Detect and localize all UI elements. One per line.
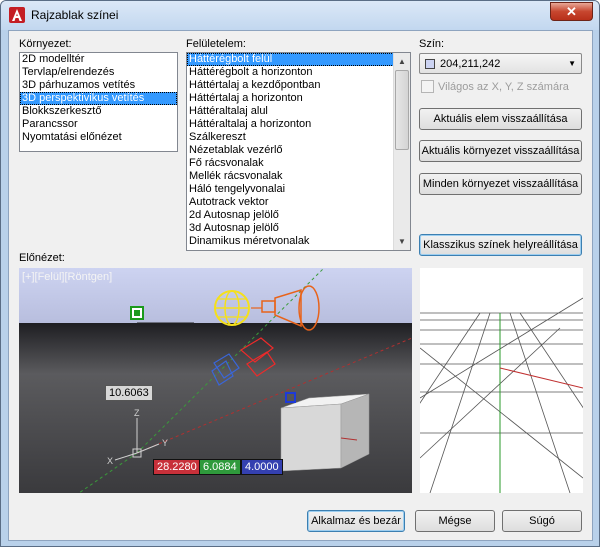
color-dropdown[interactable]: 204,211,242 ▼ xyxy=(419,53,582,74)
scroll-thumb[interactable] xyxy=(395,70,409,150)
environment-list-item[interactable]: Tervlap/elrendezés xyxy=(20,66,177,79)
coord-y-field: 6.0884 xyxy=(199,459,241,475)
scroll-up-arrow-icon[interactable]: ▲ xyxy=(394,53,410,70)
close-button[interactable]: ✕ xyxy=(550,2,593,21)
element-preview xyxy=(420,268,583,493)
apply-close-button[interactable]: Alkalmaz és bezár xyxy=(307,510,405,532)
autocad-app-icon xyxy=(9,7,25,23)
perspective-preview: Z Y X [+][Felül][Röntgen] 10.6063 28.228… xyxy=(19,268,412,493)
color-value: 204,211,242 xyxy=(440,58,501,70)
scroll-down-arrow-icon[interactable]: ▼ xyxy=(394,233,410,250)
restore-all-contexts-button[interactable]: Minden környezet visszaállítása xyxy=(419,173,582,195)
interface-element-label: Felületelem: xyxy=(186,38,246,50)
environment-list-item[interactable]: Parancssor xyxy=(20,118,177,131)
interface-element-list-item[interactable]: Fő rácsvonalak xyxy=(187,157,410,170)
title-bar[interactable]: Rajzablak színei ✕ xyxy=(1,1,599,30)
environment-list-item[interactable]: 3D perspektivikus vetítés xyxy=(20,92,177,105)
restore-classic-colors-button[interactable]: Klasszikus színek helyreállítása xyxy=(419,234,582,256)
tint-xyz-label: Világos az X, Y, Z számára xyxy=(438,80,569,93)
interface-element-list-item[interactable]: Nézetablak vezérlő xyxy=(187,144,410,157)
window-title: Rajzablak színei xyxy=(31,8,119,22)
dialog-client-area: Környezet: 2D modelltér Tervlap/elrendezé… xyxy=(8,30,593,541)
dimension-tooltip: 10.6063 xyxy=(105,385,153,401)
environment-list-item[interactable]: Blokkszerkesztő xyxy=(20,105,177,118)
environment-listbox[interactable]: 2D modelltér Tervlap/elrendezés 3D párhuza… xyxy=(19,52,178,152)
environment-list-item[interactable]: Nyomtatási előnézet xyxy=(20,131,177,144)
environment-list-item[interactable]: 3D párhuzamos vetítés xyxy=(20,79,177,92)
environment-list-item[interactable]: 2D modelltér xyxy=(20,53,177,66)
interface-element-list-item[interactable]: Autotrack vektor xyxy=(187,196,410,209)
restore-current-element-button[interactable]: Aktuális elem visszaállítása xyxy=(419,108,582,130)
restore-current-context-button[interactable]: Aktuális környezet visszaállítása xyxy=(419,140,582,162)
coord-x-field: 28.2280 xyxy=(153,459,201,475)
color-label: Szín: xyxy=(419,38,445,50)
dialog-window: Rajzablak színei ✕ Környezet: 2D modellt… xyxy=(0,0,600,547)
chevron-down-icon: ▼ xyxy=(568,59,576,68)
interface-element-list-item[interactable]: Háttéraltalaj alul xyxy=(187,105,410,118)
interface-element-list-item[interactable]: Dinamikus méretvonalak xyxy=(187,235,410,248)
element-preview-grid xyxy=(420,268,583,493)
interface-element-list-item[interactable]: Háttérégbolt felül xyxy=(187,53,410,66)
viewport-label: [+][Felül][Röntgen] xyxy=(22,271,113,283)
axis-y-label: Y xyxy=(162,438,168,448)
color-swatch xyxy=(425,59,435,69)
cancel-button[interactable]: Mégse xyxy=(415,510,495,532)
axis-z-label: Z xyxy=(134,408,140,418)
coord-z-field: 4.0000 xyxy=(241,459,283,475)
interface-element-list-item[interactable]: Háló tengelyvonalai xyxy=(187,183,410,196)
preview-label: Előnézet: xyxy=(19,252,65,264)
tint-xyz-checkbox-row[interactable]: Világos az X, Y, Z számára xyxy=(421,80,569,93)
interface-element-listbox[interactable]: Háttérégbolt felül Háttérégbolt a horizon… xyxy=(186,52,411,251)
environment-label: Környezet: xyxy=(19,38,72,50)
interface-element-list-item[interactable]: Mellék rácsvonalak xyxy=(187,170,410,183)
help-button[interactable]: Súgó xyxy=(502,510,582,532)
interface-element-list-item[interactable]: Háttértalaj a horizonton xyxy=(187,92,410,105)
interface-element-scrollbar[interactable]: ▲ ▼ xyxy=(393,53,410,250)
interface-element-list-item[interactable]: 3d Autosnap jelölő xyxy=(187,222,410,235)
interface-element-list-item[interactable]: Háttérégbolt a horizonton xyxy=(187,66,410,79)
environment-list-items: 2D modelltér Tervlap/elrendezés 3D párhuza… xyxy=(20,53,177,144)
tint-xyz-checkbox[interactable] xyxy=(421,80,434,93)
interface-element-list-item[interactable]: Szálkereszt xyxy=(187,131,410,144)
interface-element-list-item[interactable]: 2d Autosnap jelölő xyxy=(187,209,410,222)
interface-element-list-item[interactable]: Háttéraltalaj a horizonton xyxy=(187,118,410,131)
axis-x-label: X xyxy=(107,456,113,466)
interface-element-list-item[interactable]: Háttértalaj a kezdőpontban xyxy=(187,79,410,92)
interface-element-list-items: Háttérégbolt felül Háttérégbolt a horizon… xyxy=(187,53,410,248)
